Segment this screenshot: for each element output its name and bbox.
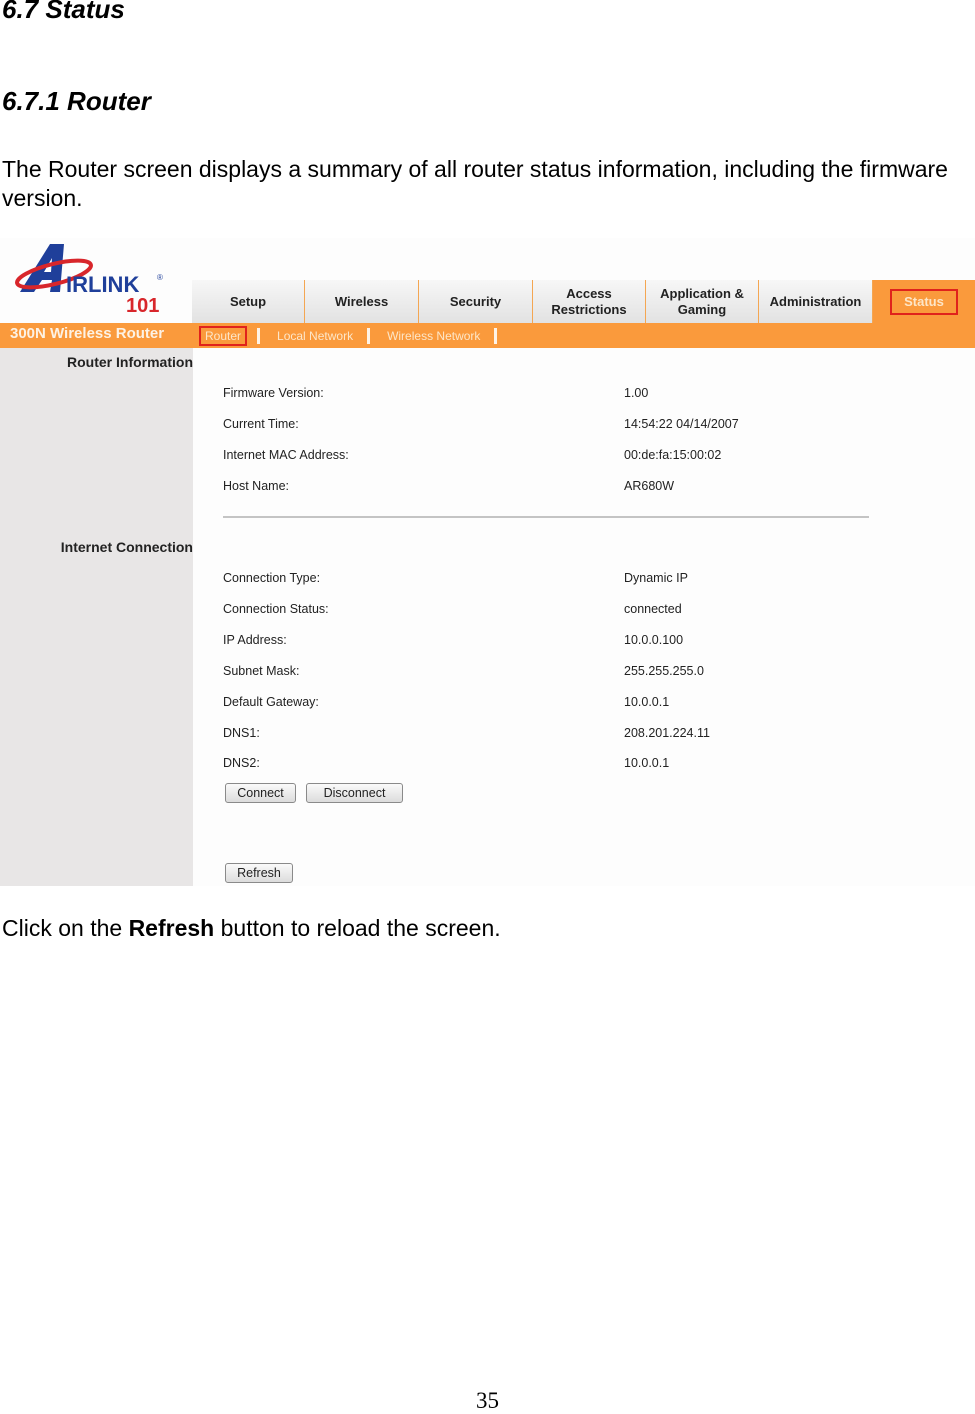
outro-text-end: button to reload the screen. — [214, 915, 501, 941]
refresh-button[interactable]: Refresh — [225, 863, 293, 883]
sub-nav: Router Local Network Wireless Network — [199, 326, 510, 346]
tab-administration[interactable]: Administration — [759, 280, 873, 323]
router-information-heading: Router Information — [67, 354, 193, 370]
svg-text:IRLINK: IRLINK — [66, 272, 139, 297]
svg-text:®: ® — [157, 273, 163, 282]
default-gateway-value: 10.0.0.1 — [624, 695, 670, 709]
ip-address-value: 10.0.0.100 — [624, 633, 684, 647]
tab-status-label: Status — [890, 288, 958, 315]
mac-address-value: 00:de:fa:15:00:02 — [624, 448, 722, 462]
internet-connection-heading: Internet Connection — [60, 539, 193, 555]
default-gateway-label: Default Gateway: — [223, 695, 319, 709]
tab-security[interactable]: Security — [419, 280, 533, 323]
dns1-label: DNS1: — [223, 726, 260, 740]
connection-type-label: Connection Type: — [223, 571, 321, 585]
connect-button[interactable]: Connect — [225, 783, 296, 803]
svg-text:101: 101 — [126, 295, 159, 317]
firmware-version-label: Firmware Version: — [223, 386, 324, 400]
subtab-wireless-network[interactable]: Wireless Network — [383, 328, 484, 344]
subtab-local-network[interactable]: Local Network — [273, 328, 357, 344]
sidebar: Router Information Internet Connection — [0, 348, 193, 886]
dns2-value: 10.0.0.1 — [624, 756, 670, 770]
connection-type-value: Dynamic IP — [624, 571, 688, 585]
outro-text-start: Click on the — [2, 915, 129, 941]
mac-address-label: Internet MAC Address: — [223, 448, 349, 462]
tab-wireless[interactable]: Wireless — [305, 280, 419, 323]
subnet-mask-value: 255.255.255.0 — [624, 664, 704, 678]
outro-refresh-term: Refresh — [128, 915, 215, 941]
tab-status[interactable]: Status — [873, 280, 975, 323]
subnav-separator — [367, 328, 371, 344]
host-name-value: AR680W — [624, 479, 675, 493]
airlink-logo-icon: IRLINK ® 101 — [15, 244, 163, 317]
outro-paragraph: Click on the Refresh button to reload th… — [2, 915, 501, 942]
current-time-label: Current Time: — [223, 417, 299, 431]
dns2-label: DNS2: — [223, 756, 260, 770]
router-status-screenshot: IRLINK ® 101 Setup Wireless Security Acc… — [0, 238, 975, 886]
main-nav-tabs: Setup Wireless Security Access Restricti… — [192, 280, 975, 323]
tab-access-restrictions[interactable]: Access Restrictions — [533, 280, 646, 323]
subnav-separator — [257, 328, 261, 344]
intro-paragraph: The Router screen displays a summary of … — [2, 156, 948, 211]
subsection-heading: 6.7.1 Router — [2, 86, 151, 116]
tab-setup[interactable]: Setup — [192, 280, 305, 323]
subnet-mask-label: Subnet Mask: — [223, 664, 300, 678]
connection-status-value: connected — [624, 602, 682, 616]
dns1-value: 208.201.224.11 — [624, 726, 710, 740]
section-heading: 6.7 Status — [2, 0, 125, 24]
product-name: 300N Wireless Router — [10, 325, 165, 342]
disconnect-button[interactable]: Disconnect — [306, 783, 403, 803]
firmware-version-value: 1.00 — [624, 386, 649, 400]
ip-address-label: IP Address: — [223, 633, 287, 647]
host-name-label: Host Name: — [223, 479, 289, 493]
subnav-separator — [494, 328, 498, 344]
current-time-value: 14:54:22 04/14/2007 — [624, 417, 739, 431]
page-number: 35 — [476, 1388, 499, 1413]
airlink101-logo: IRLINK ® 101 — [14, 240, 174, 320]
subtab-router[interactable]: Router — [199, 326, 248, 346]
tab-application-gaming[interactable]: Application & Gaming — [646, 280, 759, 323]
connection-status-label: Connection Status: — [223, 602, 329, 616]
section-divider — [223, 516, 869, 518]
